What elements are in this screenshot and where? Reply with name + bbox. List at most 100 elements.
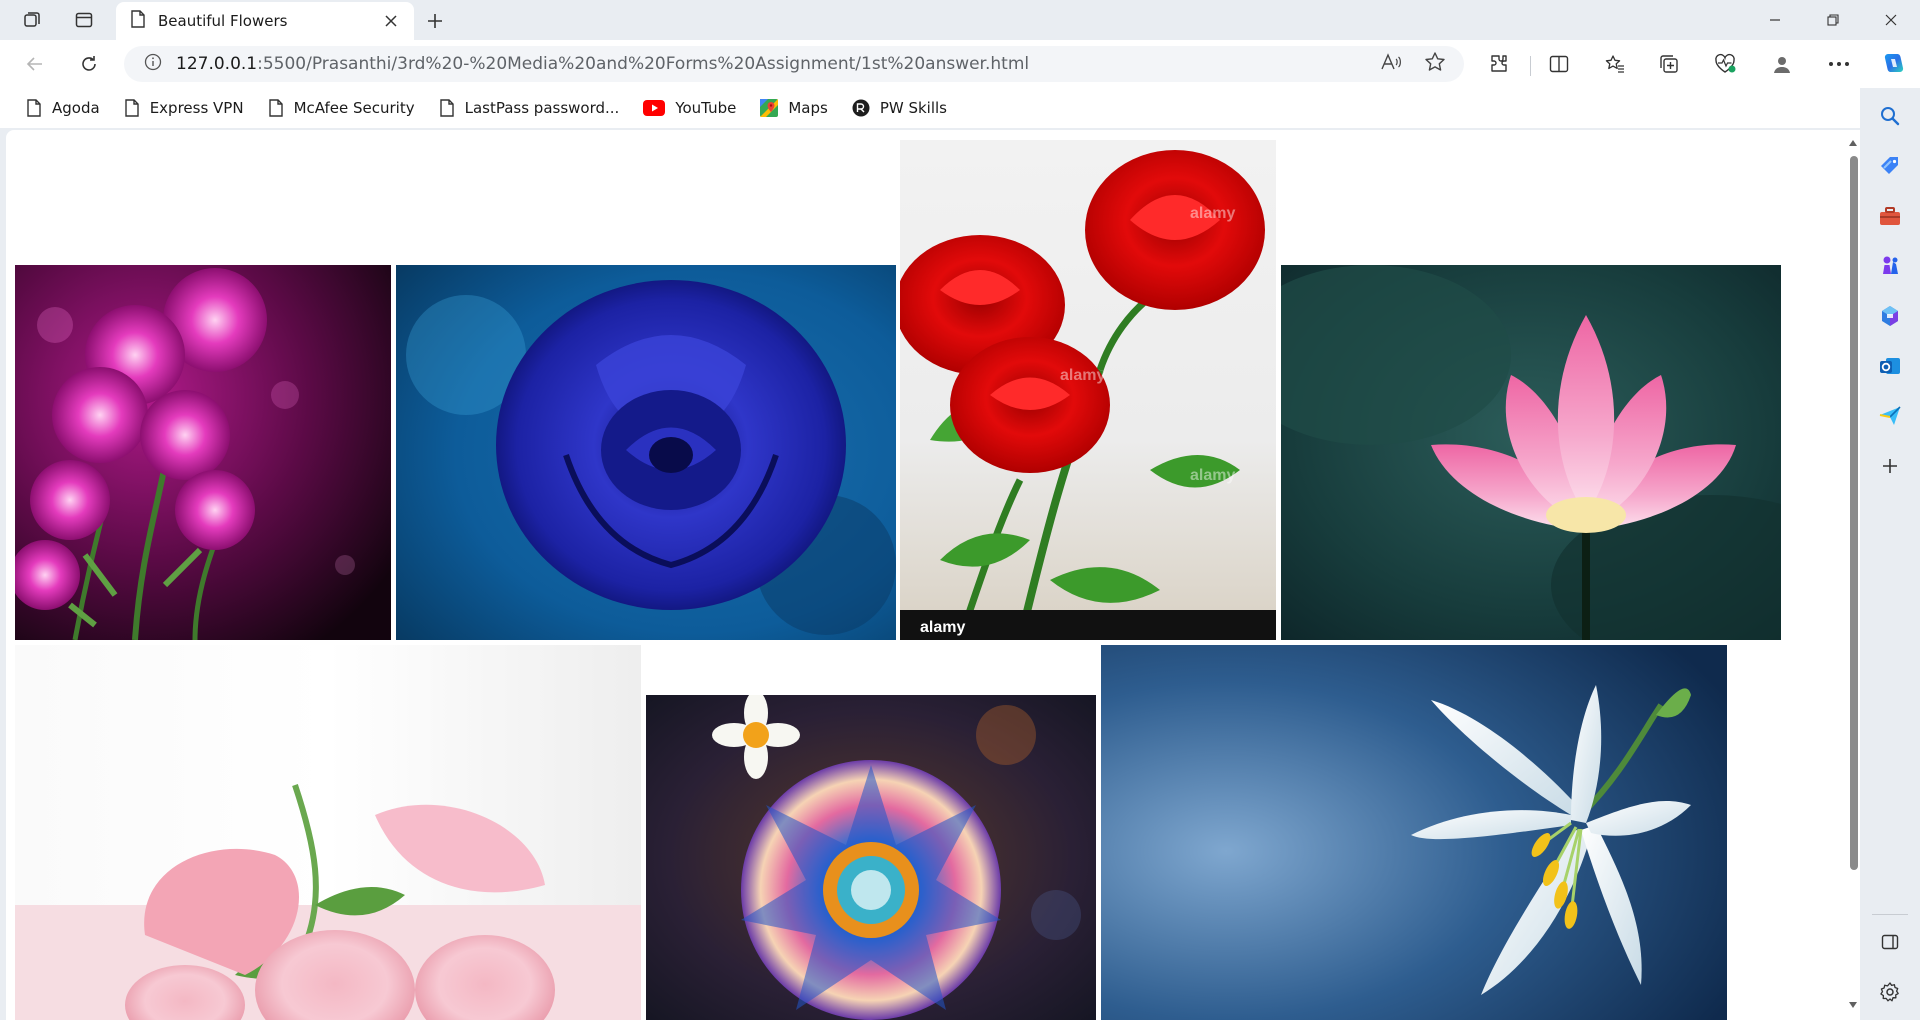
heart-pulse-icon [1715,53,1736,73]
red-roses-image: alamy alamy alamy alamy [900,140,1276,640]
sidebar-rail [1860,88,1920,1020]
bookmark-youtube[interactable]: YouTube [635,93,744,123]
minimize-icon [1770,19,1780,21]
scroll-thumb[interactable] [1850,156,1858,870]
blue-rose-image [396,265,896,640]
vertical-tabs-icon[interactable] [72,8,96,32]
gear-icon [1880,982,1899,1002]
plus-icon [1883,459,1897,473]
bookmark-label: Agoda [52,99,100,117]
search-icon [1881,107,1900,126]
toolbox-icon [1880,207,1900,225]
watermark-text: alamy [1190,205,1235,222]
pw-skills-icon [852,99,870,117]
bookmark-label: Maps [788,99,828,117]
send-paper-plane-icon [1879,406,1901,425]
hide-sidebar-button[interactable] [1874,926,1906,958]
tools-button[interactable] [1874,200,1906,232]
settings-more-button[interactable] [1822,48,1856,80]
bookmark-label: YouTube [675,99,737,117]
watermark-text: alamy [920,619,965,636]
copilot-button[interactable] [1876,48,1910,80]
browser-essentials-button[interactable] [1708,48,1742,80]
games-button[interactable] [1874,250,1906,282]
refresh-button[interactable] [72,48,106,80]
restore-button[interactable] [1804,0,1862,40]
white-lily-image [1101,645,1727,1020]
scroll-down-arrow-icon[interactable] [1849,1002,1857,1008]
maps-icon [760,99,779,117]
outlook-icon [1880,358,1900,374]
split-screen-icon [1549,55,1569,73]
colorful-flower-image [646,695,1096,1020]
page-icon [130,10,146,32]
microsoft-365-button[interactable] [1874,300,1906,332]
site-info-icon[interactable] [144,53,162,75]
toolbar: 127.0.0.1:5500/Prasanthi/3rd%20-%20Media… [0,40,1920,88]
close-icon[interactable] [380,10,402,32]
read-aloud-icon[interactable] [1380,52,1402,76]
refresh-icon [82,56,96,71]
youtube-icon [643,100,666,116]
bookmark-lastpass[interactable]: LastPass password... [431,93,628,123]
page-icon [439,99,454,117]
bookmark-mcafee-security[interactable]: McAfee Security [260,93,423,123]
scroll-up-arrow-icon[interactable] [1849,140,1857,146]
bookmark-label: Express VPN [149,99,244,117]
back-button[interactable] [18,48,52,80]
toolbar-divider [1530,56,1531,76]
outlook-button[interactable] [1874,350,1906,382]
new-tab-button[interactable] [420,6,450,36]
workspaces-icon[interactable] [20,8,44,32]
split-screen-button[interactable] [1542,48,1576,80]
address-bar[interactable]: 127.0.0.1:5500/Prasanthi/3rd%20-%20Media… [124,46,1464,82]
bookmark-label: PW Skills [879,99,947,117]
sidebar-toggle-icon [1881,934,1899,950]
page-icon [268,99,283,117]
microsoft-365-icon [1882,306,1898,326]
collections-button[interactable] [1652,48,1686,80]
close-window-button[interactable] [1862,0,1920,40]
bookmark-label: LastPass password... [464,99,620,117]
page-scrollbar[interactable] [1846,130,1860,1020]
bookmark-pw-skills[interactable]: PW Skills [844,93,955,123]
profile-avatar-icon [1774,57,1790,73]
more-horizontal-icon [1829,62,1849,66]
minimize-button[interactable] [1746,0,1804,40]
favorites-icon [1605,55,1624,73]
url-text[interactable]: 127.0.0.1:5500/Prasanthi/3rd%20-%20Media… [176,54,1380,74]
bookmark-express-vpn[interactable]: Express VPN [116,93,252,123]
watermark-text: alamy [1190,467,1235,484]
chess-piece-icon [1883,256,1898,274]
pink-lotus-image [1281,265,1781,640]
profile-button[interactable] [1765,48,1799,80]
shopping-button[interactable] [1874,150,1906,182]
extensions-button[interactable] [1482,48,1516,80]
search-button[interactable] [1874,100,1906,132]
drop-button[interactable] [1874,400,1906,432]
close-window-icon [1885,14,1897,26]
rail-divider [1872,914,1908,915]
title-bar: Beautiful Flowers [0,0,1920,40]
tab-title: Beautiful Flowers [158,12,288,30]
bookmark-label: McAfee Security [293,99,415,117]
tab-beautiful-flowers[interactable]: Beautiful Flowers [116,2,414,40]
bookmark-maps[interactable]: Maps [752,93,835,123]
favorites-button[interactable] [1598,48,1632,80]
watermark-text: alamy [1060,367,1105,384]
page-content: alamy alamy alamy alamy [6,130,1852,1020]
collections-icon [1660,55,1678,73]
puzzle-icon [1491,55,1507,72]
page-icon [124,99,139,117]
restore-icon [1827,14,1839,26]
bookmark-agoda[interactable]: Agoda [18,93,108,123]
url-path: :5500/Prasanthi/3rd%20-%20Media%20and%20… [257,54,1030,74]
favorite-star-icon[interactable] [1424,51,1446,77]
sidebar-settings-button[interactable] [1874,976,1906,1008]
url-host: 127.0.0.1 [176,54,258,74]
page-icon [27,99,41,117]
back-arrow-icon [26,57,42,71]
pink-roses-image [15,645,641,1020]
bookmarks-bar: Agoda Express VPN McAfee Security LastPa… [0,88,1860,128]
add-sidebar-app-button[interactable] [1874,450,1906,482]
